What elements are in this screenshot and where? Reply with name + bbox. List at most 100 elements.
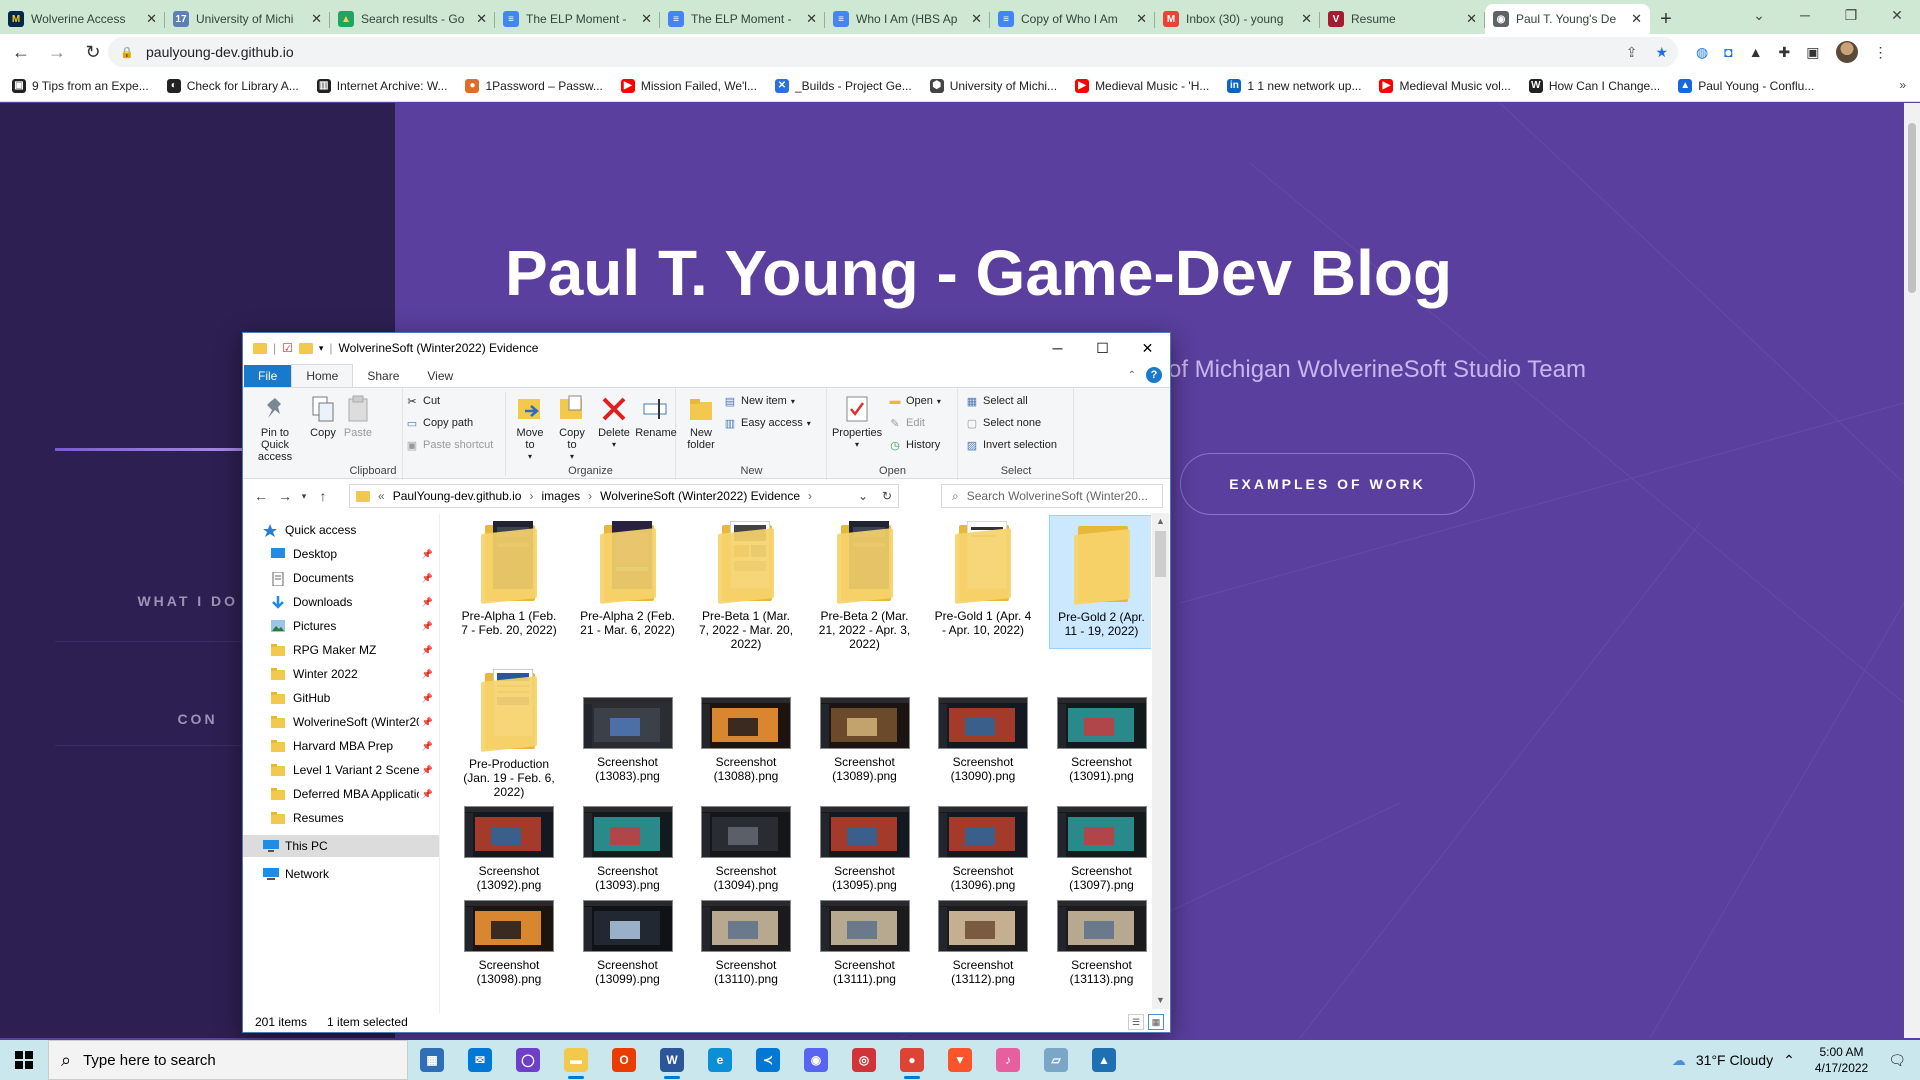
help-icon[interactable]: ?: [1146, 367, 1162, 383]
bookmark-item[interactable]: ▶ Medieval Music vol...: [1379, 78, 1511, 93]
tab-close-icon[interactable]: ✕: [146, 11, 157, 27]
nav-item-resumes[interactable]: Resumes: [243, 807, 439, 829]
browser-tab[interactable]: V Resume ✕: [1320, 4, 1485, 34]
browser-tab[interactable]: ≡ The ELP Moment - ✕: [495, 4, 660, 34]
breadcrumb-chevron-icon[interactable]: ›: [529, 489, 533, 503]
taskbar-app-photos[interactable]: ▲: [1080, 1040, 1128, 1080]
back-button[interactable]: ←: [6, 37, 36, 67]
image-file-item[interactable]: Screenshot (13094).png: [693, 802, 799, 892]
address-dropdown-icon[interactable]: ⌄: [858, 489, 868, 503]
taskbar-app-office[interactable]: O: [600, 1040, 648, 1080]
tray-overflow-icon[interactable]: ⌃: [1783, 1052, 1795, 1069]
large-icons-view-icon[interactable]: ▦: [1148, 1014, 1164, 1030]
browser-tab[interactable]: 17 University of Michi ✕: [165, 4, 330, 34]
ribbon-tab-share[interactable]: Share: [353, 365, 413, 387]
breadcrumb-item[interactable]: PaulYoung-dev.github.io: [393, 489, 522, 503]
lock-icon[interactable]: 🔒: [120, 46, 136, 59]
tab-close-icon[interactable]: ✕: [971, 11, 982, 27]
nav-item-downloads[interactable]: Downloads 📌: [243, 591, 439, 613]
image-file-item[interactable]: Screenshot (13112).png: [930, 896, 1036, 986]
select-all-button[interactable]: ▦ Select all: [965, 394, 1028, 408]
delete-button[interactable]: Delete ▾: [596, 394, 632, 451]
image-file-item[interactable]: Screenshot (13110).png: [693, 896, 799, 986]
explorer-close-button[interactable]: ✕: [1125, 333, 1170, 363]
copy-path-button[interactable]: ▭ Copy path: [405, 416, 473, 430]
folder-item[interactable]: Pre-Alpha 1 (Feb. 7 - Feb. 20, 2022): [456, 515, 562, 637]
bookmark-item[interactable]: W How Can I Change...: [1528, 78, 1660, 93]
image-file-item[interactable]: Screenshot (13090).png: [930, 693, 1036, 783]
folder-item[interactable]: Pre-Beta 2 (Mar. 21, 2022 - Apr. 3, 2022…: [812, 515, 918, 651]
bookmark-item[interactable]: ▲ Paul Young - Conflu...: [1678, 78, 1814, 93]
bookmark-item[interactable]: ▶ Mission Failed, We'l...: [620, 78, 757, 93]
scroll-down-icon[interactable]: ▼: [1152, 992, 1169, 1009]
extension-icon[interactable]: ◘: [1724, 44, 1732, 60]
open-button[interactable]: ▬ Open ▾: [888, 394, 941, 408]
extension-icon[interactable]: ▲: [1749, 44, 1763, 60]
bookmark-item[interactable]: ▥ Internet Archive: W...: [316, 78, 447, 93]
breadcrumb-item[interactable]: images: [541, 489, 580, 503]
puzzle-icon[interactable]: ✚: [1779, 44, 1791, 61]
easy-access-button[interactable]: ▥ Easy access ▾: [723, 416, 811, 430]
breadcrumb-chevron-icon[interactable]: ›: [588, 489, 592, 503]
bookmark-item[interactable]: ▣ 9 Tips from an Expe...: [12, 78, 149, 93]
extension-icon[interactable]: ◍: [1696, 44, 1708, 61]
edit-button[interactable]: ✎ Edit: [888, 416, 925, 430]
nav-item-desktop[interactable]: Desktop 📌: [243, 543, 439, 565]
tab-close-icon[interactable]: ✕: [311, 11, 322, 27]
refresh-icon[interactable]: ↻: [882, 489, 892, 503]
forward-button[interactable]: →: [42, 37, 72, 67]
recent-locations-icon[interactable]: ▾: [297, 491, 311, 502]
new-tab-button[interactable]: +: [1650, 4, 1682, 34]
image-file-item[interactable]: Screenshot (13089).png: [812, 693, 918, 783]
bookmark-item[interactable]: ◐ Check for Library A...: [166, 78, 299, 93]
taskbar-app-github-desktop[interactable]: ◯: [504, 1040, 552, 1080]
page-scrollbar-thumb[interactable]: [1908, 123, 1916, 293]
browser-tab[interactable]: ≡ Who I Am (HBS Ap ✕: [825, 4, 990, 34]
tab-close-icon[interactable]: ✕: [641, 11, 652, 27]
image-file-item[interactable]: Screenshot (13095).png: [812, 802, 918, 892]
bookmark-item[interactable]: ✕ _Builds - Project Ge...: [774, 78, 912, 93]
taskbar-search-box[interactable]: ⌕ Type here to search: [48, 1040, 408, 1080]
taskbar-app-calculator[interactable]: ▦: [408, 1040, 456, 1080]
image-file-item[interactable]: Screenshot (13091).png: [1049, 693, 1152, 783]
move-to-button[interactable]: Move to ▾: [512, 394, 548, 463]
rename-button[interactable]: Rename: [635, 394, 677, 439]
folder-item[interactable]: Pre-Production (Jan. 19 - Feb. 6, 2022): [456, 663, 562, 799]
cut-button[interactable]: ✂ Cut: [405, 394, 440, 408]
taskbar-app-tool[interactable]: ▱: [1032, 1040, 1080, 1080]
properties-button[interactable]: Properties ▾: [832, 394, 882, 451]
nav-item-pictures[interactable]: Pictures 📌: [243, 615, 439, 637]
explorer-search-input[interactable]: ⌕ Search WolverineSoft (Winter20...: [941, 484, 1163, 508]
close-window-button[interactable]: ✕: [1874, 0, 1920, 30]
browser-tab[interactable]: M Inbox (30) - young ✕: [1155, 4, 1320, 34]
image-file-item[interactable]: Screenshot (13098).png: [456, 896, 562, 986]
browser-tab[interactable]: ▲ Search results - Go ✕: [330, 4, 495, 34]
ribbon-tab-file[interactable]: File: [244, 365, 292, 387]
select-none-button[interactable]: ▢ Select none: [965, 416, 1041, 430]
properties-quick-icon[interactable]: ☑: [282, 341, 293, 355]
collapse-ribbon-icon[interactable]: ⌃: [1128, 370, 1136, 381]
image-file-item[interactable]: Screenshot (13096).png: [930, 802, 1036, 892]
browser-tab[interactable]: ≡ The ELP Moment - ✕: [660, 4, 825, 34]
scrollbar-thumb[interactable]: [1155, 531, 1166, 577]
tab-search-icon[interactable]: ⌄: [1736, 0, 1782, 30]
start-button[interactable]: [0, 1040, 48, 1080]
image-file-item[interactable]: Screenshot (13097).png: [1049, 802, 1152, 892]
weather-text[interactable]: 31°F Cloudy: [1696, 1052, 1773, 1068]
scroll-up-icon[interactable]: ▲: [1152, 513, 1169, 530]
notification-icon[interactable]: 🗨: [1888, 1052, 1906, 1069]
tab-close-icon[interactable]: ✕: [476, 11, 487, 27]
image-file-item[interactable]: Screenshot (13093).png: [575, 802, 681, 892]
reload-button[interactable]: ↻: [78, 37, 108, 67]
explorer-back-icon[interactable]: ←: [249, 488, 273, 504]
details-view-icon[interactable]: ☰: [1128, 1014, 1144, 1030]
bookmark-item[interactable]: in 1 1 new network up...: [1227, 78, 1361, 93]
taskbar-app-brave[interactable]: ▼: [936, 1040, 984, 1080]
new-folder-quick-icon[interactable]: [298, 342, 313, 354]
url-text[interactable]: paulyoung-dev.github.io: [146, 44, 294, 60]
share-icon[interactable]: ⇪: [1626, 44, 1638, 61]
tab-close-icon[interactable]: ✕: [1301, 11, 1312, 27]
nav-item-deferred-mba-applicatio[interactable]: Deferred MBA Applicatio 📌: [243, 783, 439, 805]
weather-cloud-icon[interactable]: ☁: [1672, 1052, 1686, 1069]
bookmark-item[interactable]: ⬢ University of Michi...: [929, 78, 1057, 93]
